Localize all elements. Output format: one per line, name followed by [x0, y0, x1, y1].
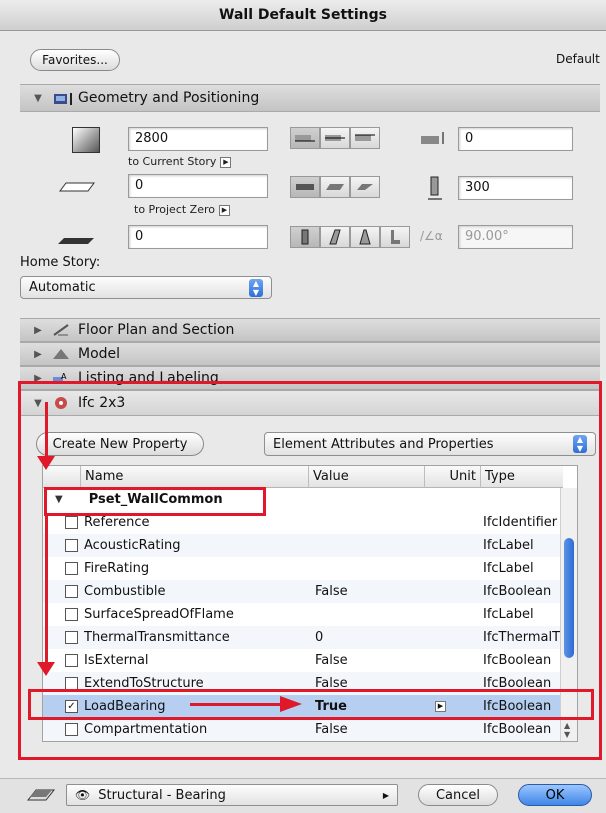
eye-icon[interactable]: 👁	[75, 788, 90, 802]
top-offset-field[interactable]: 0	[458, 127, 573, 151]
straight-profile-icon[interactable]	[290, 226, 320, 248]
offset-reference-label[interactable]: to Project Zero ▶	[134, 203, 230, 216]
angle-icon: /∠α	[420, 229, 443, 243]
window-title: Wall Default Settings	[219, 7, 387, 23]
height-reference-label[interactable]: to Current Story ▶	[128, 155, 232, 168]
polygonal-wall-icon[interactable]	[350, 176, 380, 198]
geometry-icon	[52, 91, 72, 105]
model-title: Model	[78, 346, 121, 362]
layer-value: Structural - Bearing	[98, 787, 226, 803]
ref-line-outside-icon[interactable]	[290, 127, 320, 149]
default-label: Default	[556, 52, 600, 66]
geometry-title: Geometry and Positioning	[78, 90, 260, 106]
double-slanted-profile-icon[interactable]	[350, 226, 380, 248]
trapezoid-wall-icon[interactable]	[320, 176, 350, 198]
reference-popup-icon[interactable]: ▶	[219, 204, 230, 216]
floor-plan-panel-header[interactable]: ▶ Floor Plan and Section	[20, 318, 600, 342]
cancel-button[interactable]: Cancel	[418, 784, 498, 806]
home-story-label: Home Story:	[20, 255, 101, 270]
floor-plan-icon	[52, 323, 70, 337]
bottom-offset-field[interactable]: 0	[128, 174, 268, 198]
complex-profile-icon[interactable]	[380, 226, 410, 248]
group-highlight-box	[44, 487, 266, 516]
straight-wall-icon[interactable]	[290, 176, 320, 198]
ok-button[interactable]: OK	[518, 784, 592, 806]
wall-height-icon	[72, 127, 100, 153]
favorites-button[interactable]: Favorites...	[30, 49, 120, 71]
offset-reference-text: to Project Zero	[134, 203, 215, 216]
wall-shape-buttons	[290, 176, 380, 198]
home-story-select[interactable]: Automatic ▲ ▼	[20, 276, 272, 299]
floor-plan-title: Floor Plan and Section	[78, 322, 235, 338]
slanted-profile-icon[interactable]	[320, 226, 350, 248]
top-offset-icon	[420, 131, 448, 147]
wall-height-field[interactable]: 2800	[128, 127, 268, 151]
layer-select[interactable]: 👁 Structural - Bearing ▶	[66, 784, 398, 806]
ok-label: OK	[545, 787, 565, 803]
layer-icon	[26, 786, 56, 804]
wall-offset-icon	[56, 181, 96, 193]
collapse-triangle-icon[interactable]: ▼	[28, 93, 48, 104]
dropdown-arrow-icon: ▶	[382, 790, 389, 800]
wall-thickness-icon	[56, 234, 96, 244]
loadbearing-highlight-box	[28, 689, 594, 720]
wall-profile-buttons	[290, 226, 410, 248]
annotation-arrowhead-icon	[37, 662, 55, 676]
slant-angle-field: 90.00°	[458, 225, 573, 249]
expand-triangle-icon[interactable]: ▶	[28, 325, 48, 336]
geometry-panel-header[interactable]: ▼ Geometry and Positioning	[20, 84, 600, 112]
expand-triangle-icon[interactable]: ▶	[28, 349, 48, 360]
annotation-arrowhead-icon	[280, 696, 302, 712]
annotation-arrow-line	[190, 703, 280, 706]
home-story-value: Automatic	[29, 280, 96, 295]
select-stepper-icon: ▲ ▼	[249, 278, 263, 297]
annotation-arrowhead-icon	[37, 456, 55, 470]
height-reference-text: to Current Story	[128, 155, 217, 168]
favorites-label: Favorites...	[42, 53, 108, 67]
cancel-label: Cancel	[435, 787, 481, 803]
window-title-bar: Wall Default Settings	[0, 0, 606, 31]
ref-line-inside-icon[interactable]	[350, 127, 380, 149]
reference-popup-icon[interactable]: ▶	[220, 156, 232, 168]
ref-line-center-icon[interactable]	[320, 127, 350, 149]
reference-line-buttons	[290, 127, 380, 149]
thickness-field[interactable]: 0	[128, 225, 268, 249]
model-icon	[52, 347, 70, 361]
wall-width-icon	[427, 176, 443, 202]
annotation-arrow-line	[45, 516, 48, 662]
svg-text:A: A	[61, 372, 67, 381]
annotation-arrow-line	[45, 402, 48, 457]
wall-width-field[interactable]: 300	[458, 176, 573, 200]
model-panel-header[interactable]: ▶ Model	[20, 342, 600, 366]
